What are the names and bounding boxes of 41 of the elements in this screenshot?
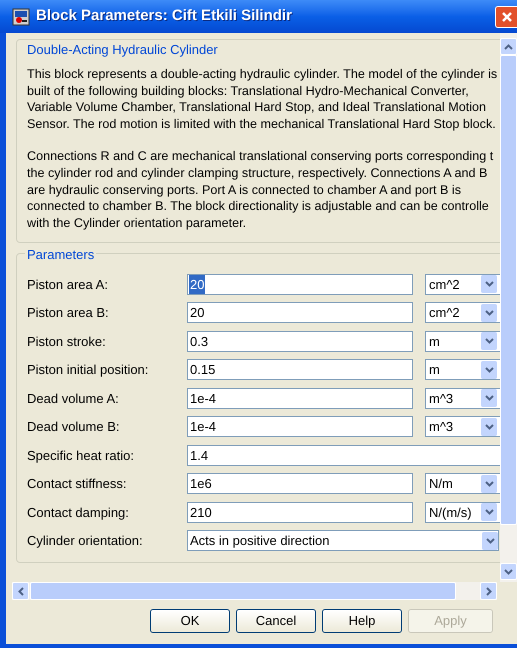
close-icon (500, 10, 512, 22)
parameter-label: Piston area A: (27, 276, 109, 294)
value-field[interactable]: 20 (187, 274, 413, 295)
parameter-label: Dead volume B: (27, 418, 120, 436)
description-text: This block represents a double-acting hydraulic cylinder. The model of the cylinder is built of the following building blocks: Translational Hydro-Mechanical Converter, Variable Volume Chamber, Translational Hard Stop, and Ideal Translational Motion Sensor. The rod motion is limited with the mechanical Translational Hard Stop block. (27, 66, 498, 132)
description-text: Connections R and C are mechanical translational conserving ports corresponding t the cylinder rod and cylinder clamping structure, respectively. Connections A and B are hydraulic conserving ports. Port A is connected to chamber A and port B is connected to chamber B. The block directionality is adjustable and can be controlle with the Cylinder orientation parameter. (27, 148, 494, 232)
dialog-button[interactable]: OK (150, 609, 230, 633)
value-field[interactable]: 0.15 (187, 359, 413, 380)
parameter-label: Dead volume A: (27, 390, 120, 408)
value-field[interactable]: 1.4 (187, 444, 500, 466)
unit-dropdown[interactable]: m (425, 330, 500, 352)
scroll-right-button[interactable] (480, 582, 497, 600)
unit-dropdown[interactable]: N/m (425, 473, 500, 494)
scroll-left-button[interactable] (12, 582, 29, 600)
unit-dropdown[interactable]: m^3 (425, 388, 500, 409)
unit-dropdown[interactable]: m (425, 359, 500, 380)
parameter-label: Cylinder orientation: (27, 532, 144, 550)
value-field[interactable]: 1e-4 (187, 416, 413, 438)
parameter-label: Specific heat ratio: (27, 446, 135, 465)
window-title: Block Parameters: Cift Etkili Silindir (36, 6, 292, 26)
value-field[interactable]: 210 (187, 502, 413, 523)
parameter-label: Piston area B: (27, 304, 110, 322)
scroll-up-button[interactable] (500, 38, 517, 55)
parameter-label: Piston initial position: (27, 361, 150, 379)
orientation-dropdown[interactable]: Acts in positive direction (187, 530, 499, 552)
dialog-button[interactable]: Help (322, 609, 402, 633)
unit-dropdown[interactable]: m^3 (425, 416, 500, 438)
parameter-label: Contact stiffness: (27, 475, 128, 493)
close-button[interactable] (495, 6, 517, 28)
scroll-down-button[interactable] (500, 563, 517, 580)
parameter-label: Contact damping: (27, 504, 130, 522)
unit-dropdown[interactable]: cm^2 (425, 274, 500, 295)
value-field[interactable]: 0.3 (187, 330, 413, 352)
value-field[interactable]: 1e6 (187, 473, 413, 494)
parameter-label: Piston stroke: (27, 332, 107, 350)
dialog-button[interactable]: Cancel (236, 609, 316, 633)
unit-dropdown[interactable]: N/(m/s) (425, 502, 500, 523)
window-icon (12, 8, 30, 26)
unit-dropdown[interactable]: cm^2 (425, 302, 500, 324)
value-field[interactable]: 20 (187, 302, 413, 324)
value-field[interactable]: 1e-4 (187, 388, 413, 409)
